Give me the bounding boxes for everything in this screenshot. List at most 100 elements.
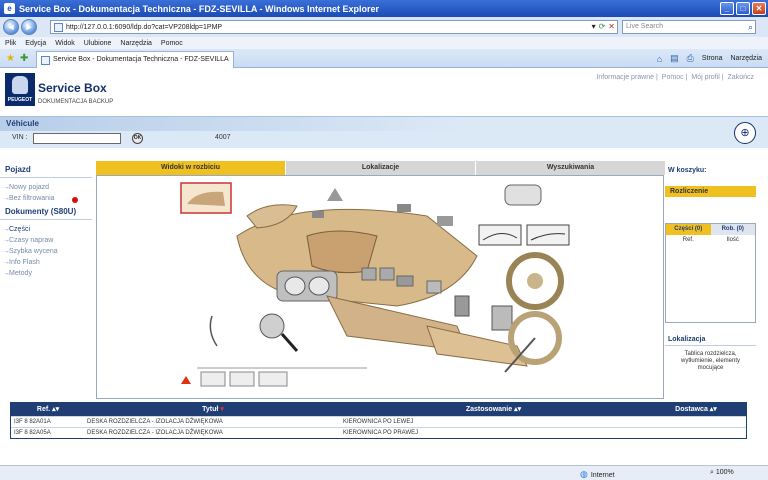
main-tabs: Widoki w rozbiciu Lokalizacje Wyszukiwan… bbox=[96, 161, 666, 175]
cart-box: Części (0) Rob. (0) Ref. Ilość bbox=[665, 223, 756, 323]
nav-czesci[interactable]: Części bbox=[0, 224, 92, 235]
tab-title: Service Box - Dokumentacja Techniczna - … bbox=[53, 56, 229, 63]
col-dostawca[interactable]: Dostawca ▴▾ bbox=[646, 403, 746, 416]
window-title: Service Box - Dokumentacja Techniczna - … bbox=[19, 3, 379, 14]
dash-center bbox=[306, 230, 378, 274]
dropdown-arrow-icon[interactable]: ▾ bbox=[592, 22, 596, 31]
maximize-button[interactable]: □ bbox=[736, 2, 750, 15]
cable-part bbox=[209, 315, 218, 347]
back-button[interactable]: ◄ bbox=[3, 19, 19, 35]
favorites-star-icon[interactable]: ★ bbox=[6, 53, 15, 64]
cart-col-ref: Ref. bbox=[682, 237, 694, 243]
narzedzia-menu[interactable]: Narzędzia bbox=[730, 55, 762, 62]
table-row[interactable]: I3F 8 82A05A DESKA ROZDZIELCZA - IZOLACJ… bbox=[11, 427, 746, 438]
row-ref: I3F 8 82A05A bbox=[14, 430, 51, 436]
vehicle-code: 4007 bbox=[215, 134, 231, 141]
gauge-left bbox=[284, 276, 306, 296]
relay-part bbox=[454, 295, 470, 317]
nav-metody[interactable]: Metody bbox=[0, 268, 92, 279]
menu-plik[interactable]: Plik bbox=[5, 40, 16, 47]
nav-czasy-napraw[interactable]: Czasy napraw bbox=[0, 235, 92, 246]
link-pomoc[interactable]: Pomoc bbox=[662, 74, 684, 81]
vehicle-bar: Véhicule VIN : OK 4007 ⊕ bbox=[0, 116, 768, 148]
close-window-button[interactable]: ✕ bbox=[752, 2, 766, 15]
tab-widoki-w-rozbiciu[interactable]: Widoki w rozbiciu bbox=[96, 161, 286, 175]
menu-pomoc[interactable]: Pomoc bbox=[161, 40, 183, 47]
tab-lokalizacje[interactable]: Lokalizacje bbox=[286, 161, 476, 175]
vent-part bbox=[437, 216, 453, 226]
lion-icon bbox=[12, 76, 28, 94]
right-panel: W koszyku: Rozliczenie Części (0) Rob. (… bbox=[665, 161, 756, 377]
globe-icon: ◍ bbox=[580, 469, 588, 479]
switch-part-3 bbox=[396, 275, 414, 287]
cart-tab-czesci[interactable]: Części (0) bbox=[666, 224, 711, 235]
zoom-level[interactable]: ⌕ 100% bbox=[710, 469, 734, 477]
knob-part bbox=[259, 313, 285, 339]
clip-part-2 bbox=[397, 204, 411, 212]
row-title: DESKA ROZDZIELCZA - IZOLACJA DŹWIĘKOWA bbox=[87, 430, 223, 436]
col-tytul[interactable]: Tytuł ▾ bbox=[85, 403, 341, 416]
menu-edycja[interactable]: Edycja bbox=[25, 40, 46, 47]
nav-dokumenty-heading: Dokumenty (S80U) bbox=[0, 204, 92, 220]
window-titlebar: e Service Box - Dokumentacja Techniczna … bbox=[0, 0, 768, 17]
top-links: Informacje prawne | Pomoc | Mój profil | Za… bbox=[596, 74, 754, 81]
refresh-icon[interactable]: ⟳ bbox=[599, 22, 606, 31]
menu-widok[interactable]: Widok bbox=[55, 40, 74, 47]
module-part bbox=[491, 305, 513, 331]
home-icon[interactable]: ⌂ bbox=[657, 54, 662, 64]
nav-szybka-wycena[interactable]: Szybka wycena bbox=[0, 246, 92, 257]
forward-button[interactable]: ► bbox=[21, 19, 37, 35]
col-zastosowanie[interactable]: Zastosowanie ▴▾ bbox=[341, 403, 646, 416]
search-icon[interactable]: ⌕ bbox=[748, 21, 753, 33]
link-informacje-prawne[interactable]: Informacje prawne bbox=[596, 74, 654, 81]
vin-ok-button[interactable]: OK bbox=[132, 133, 143, 144]
steering-hub-1 bbox=[527, 273, 543, 289]
ie-icon: e bbox=[4, 3, 15, 14]
rozliczenie-button[interactable]: Rozliczenie bbox=[665, 186, 756, 197]
nav-nowy-pojazd[interactable]: Nowy pojazd bbox=[0, 182, 92, 193]
results-table: Ref. ▴▾ Tytuł ▾ Zastosowanie ▴▾ Dostawca… bbox=[10, 402, 747, 439]
vehicle-heading: Véhicule bbox=[0, 117, 768, 131]
exploded-diagram[interactable] bbox=[97, 176, 664, 394]
logo-text: PEUGEOT bbox=[7, 97, 33, 103]
col-ref[interactable]: Ref. ▴▾ bbox=[11, 403, 85, 416]
exploded-view-panel[interactable] bbox=[96, 175, 664, 399]
nav-info-flash[interactable]: Info Flash bbox=[0, 257, 92, 268]
tab-wyszukiwania[interactable]: Wyszukiwania bbox=[476, 161, 666, 175]
switch-part-2 bbox=[379, 267, 395, 281]
row-application: KIEROWNICA PO LEWEJ bbox=[343, 419, 414, 425]
status-bar: ◍ Internet ⌕ 100% bbox=[0, 465, 768, 480]
nav-bez-filtrowania[interactable]: Bez filtrowania bbox=[0, 193, 92, 204]
url-text: http://127.0.0.1:6090/ldp.do?cat=VP208ld… bbox=[66, 23, 223, 31]
up-arrow-icon bbox=[181, 376, 191, 384]
tab-page-icon bbox=[41, 56, 50, 65]
minimize-button[interactable]: _ bbox=[720, 2, 734, 15]
lokalizacja-text: Tablica rozdzielcza, wytłumienie, elemen… bbox=[680, 351, 741, 371]
vin-field[interactable] bbox=[33, 133, 121, 144]
search-input[interactable]: Live Search ⌕ bbox=[622, 20, 756, 34]
menu-narzedzia[interactable]: Narzędzia bbox=[120, 40, 152, 47]
row-title: DESKA ROZDZIELCZA - IZOLACJA DŹWIĘKOWA bbox=[87, 419, 223, 425]
detail-inset-2 bbox=[526, 224, 570, 246]
feeds-icon[interactable]: ▤ bbox=[670, 53, 679, 64]
strona-menu[interactable]: Strona bbox=[702, 55, 723, 62]
basket-icon[interactable]: ⊕ bbox=[734, 122, 756, 144]
vin-label: VIN : bbox=[12, 134, 28, 141]
menu-ulubione[interactable]: Ulubione bbox=[84, 40, 112, 47]
link-zakoncz[interactable]: Zakończ bbox=[728, 74, 754, 81]
add-favorites-icon[interactable]: ✚ bbox=[20, 53, 28, 64]
url-input[interactable]: http://127.0.0.1:6090/ldp.do?cat=VP208ld… bbox=[50, 20, 618, 34]
row-ref: I3F 8 82A01A bbox=[14, 419, 51, 425]
display-part bbox=[504, 184, 542, 206]
print-icon[interactable]: ⎙ bbox=[687, 53, 694, 64]
nav-pojazd-heading: Pojazd bbox=[0, 162, 92, 178]
stop-icon[interactable]: ✕ bbox=[608, 22, 615, 31]
browser-tab[interactable]: Service Box - Dokumentacja Techniczna - … bbox=[36, 51, 234, 68]
table-row[interactable]: I3F 8 82A01A DESKA ROZDZIELCZA - IZOLACJ… bbox=[11, 416, 746, 427]
row-supplier bbox=[646, 428, 746, 438]
cart-tab-rob[interactable]: Rob. (0) bbox=[710, 224, 755, 235]
link-moj-profil[interactable]: Mój profil bbox=[691, 74, 719, 81]
menu-bar: Plik Edycja Widok Ulubione Narzędzia Pom… bbox=[0, 37, 768, 49]
bracket-part bbox=[426, 280, 442, 294]
lokalizacja-heading: Lokalizacja bbox=[665, 334, 756, 346]
